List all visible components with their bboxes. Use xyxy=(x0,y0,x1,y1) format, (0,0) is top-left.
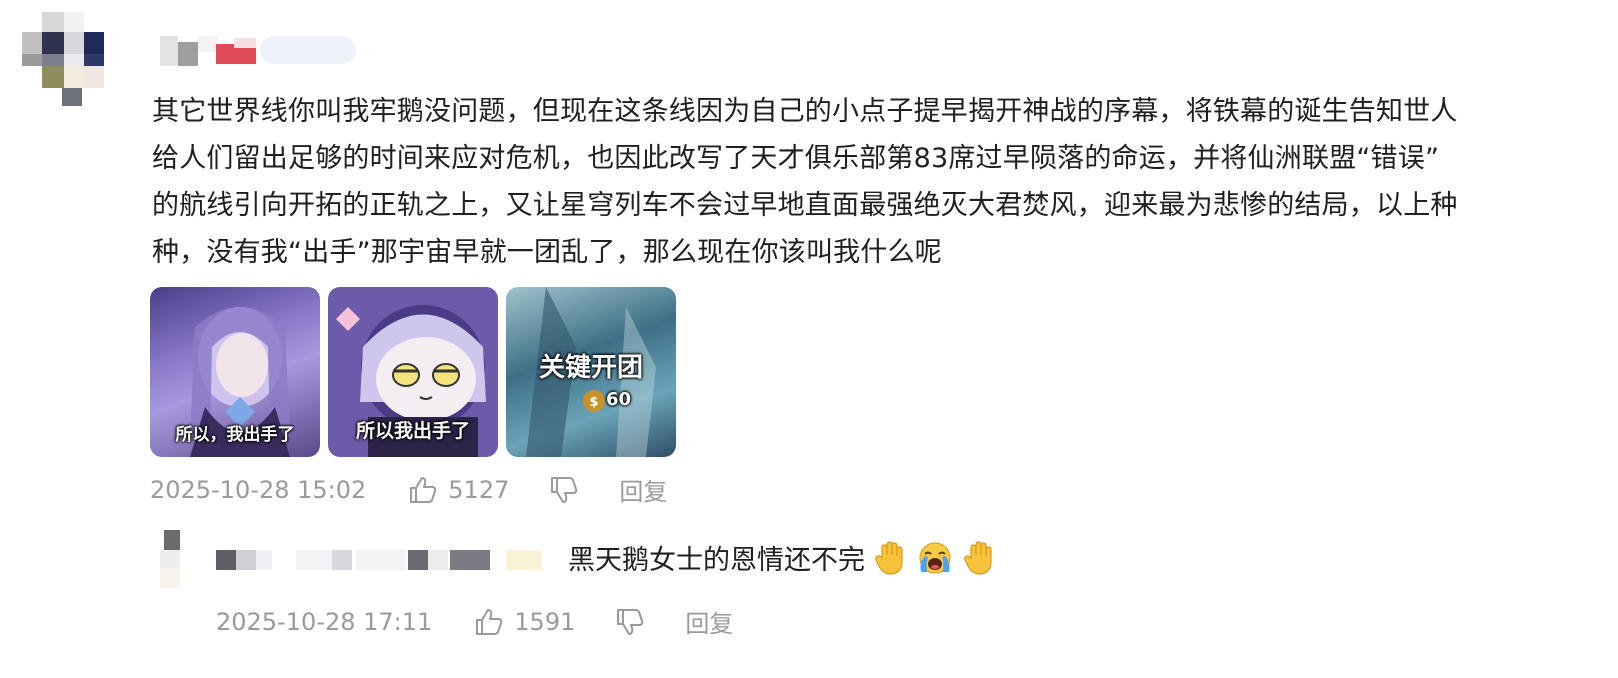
cost-label: 60 xyxy=(606,389,632,410)
like-button[interactable]: 1591 xyxy=(474,608,575,636)
image-caption: 所以，我出手了 xyxy=(175,425,295,445)
reply-avatar[interactable] xyxy=(160,530,184,590)
reply-username-mosaic[interactable] xyxy=(216,550,556,570)
reply-meta: 2025-10-28 17:11 1591 回复 xyxy=(216,604,733,639)
reply-timestamp: 2025-10-28 17:11 xyxy=(216,607,433,636)
raised-hand-icon xyxy=(874,540,908,583)
comment-line: 给人们留出足够的时间来应对危机，也因此改写了天才俱乐部第83席过早陨落的命运，并… xyxy=(152,143,1440,174)
comment-timestamp: 2025-10-28 15:02 xyxy=(150,475,367,504)
dislike-button[interactable] xyxy=(615,608,645,636)
reply-button[interactable]: 回复 xyxy=(619,472,667,507)
comment-image-2[interactable]: 所以我出手了 xyxy=(328,287,498,457)
thumbs-up-icon xyxy=(410,476,437,503)
like-button[interactable]: 5127 xyxy=(408,476,509,504)
username-mosaic[interactable] xyxy=(160,34,360,70)
raised-hand-icon xyxy=(963,540,997,583)
svg-text:$: $ xyxy=(589,395,598,410)
comment-line: 其它世界线你叫我牢鹅没问题，但现在这条线因为自己的小点子提早揭开神战的序幕，将铁… xyxy=(152,96,1458,127)
crying-face-icon xyxy=(916,540,954,583)
image-caption: 关键开团 xyxy=(538,353,643,383)
comment-line: 种，没有我“出手”那宇宙早就一团乱了，那么现在你该叫我什么呢 xyxy=(152,237,942,268)
comment-line: 的航线引向开拓的正轨之上，又让星穹列车不会过早地直面最强绝灭大君焚风，迎来最为悲… xyxy=(152,190,1458,221)
like-count: 5127 xyxy=(448,475,510,504)
comment-image-3[interactable]: $ 关键开团 60 xyxy=(506,287,676,457)
avatar[interactable] xyxy=(22,12,122,107)
image-caption: 所以我出手了 xyxy=(355,420,470,442)
thumbs-down-icon xyxy=(617,608,644,635)
reply-button[interactable]: 回复 xyxy=(685,604,733,639)
dislike-button[interactable] xyxy=(549,476,579,504)
reply-text: 黑天鹅女士的恩情还不完 xyxy=(568,545,865,576)
comment-image-1[interactable]: 所以，我出手了 xyxy=(150,287,320,457)
thumbs-down-icon xyxy=(551,476,578,503)
reply-body: 黑天鹅女士的恩情还不完 xyxy=(568,538,997,583)
like-count: 1591 xyxy=(514,607,576,636)
thumbs-up-icon xyxy=(476,608,503,635)
comment-meta: 2025-10-28 15:02 5127 回复 xyxy=(150,472,667,507)
comment-body: 其它世界线你叫我牢鹅没问题，但现在这条线因为自己的小点子提早揭开神战的序幕，将铁… xyxy=(152,88,1602,276)
